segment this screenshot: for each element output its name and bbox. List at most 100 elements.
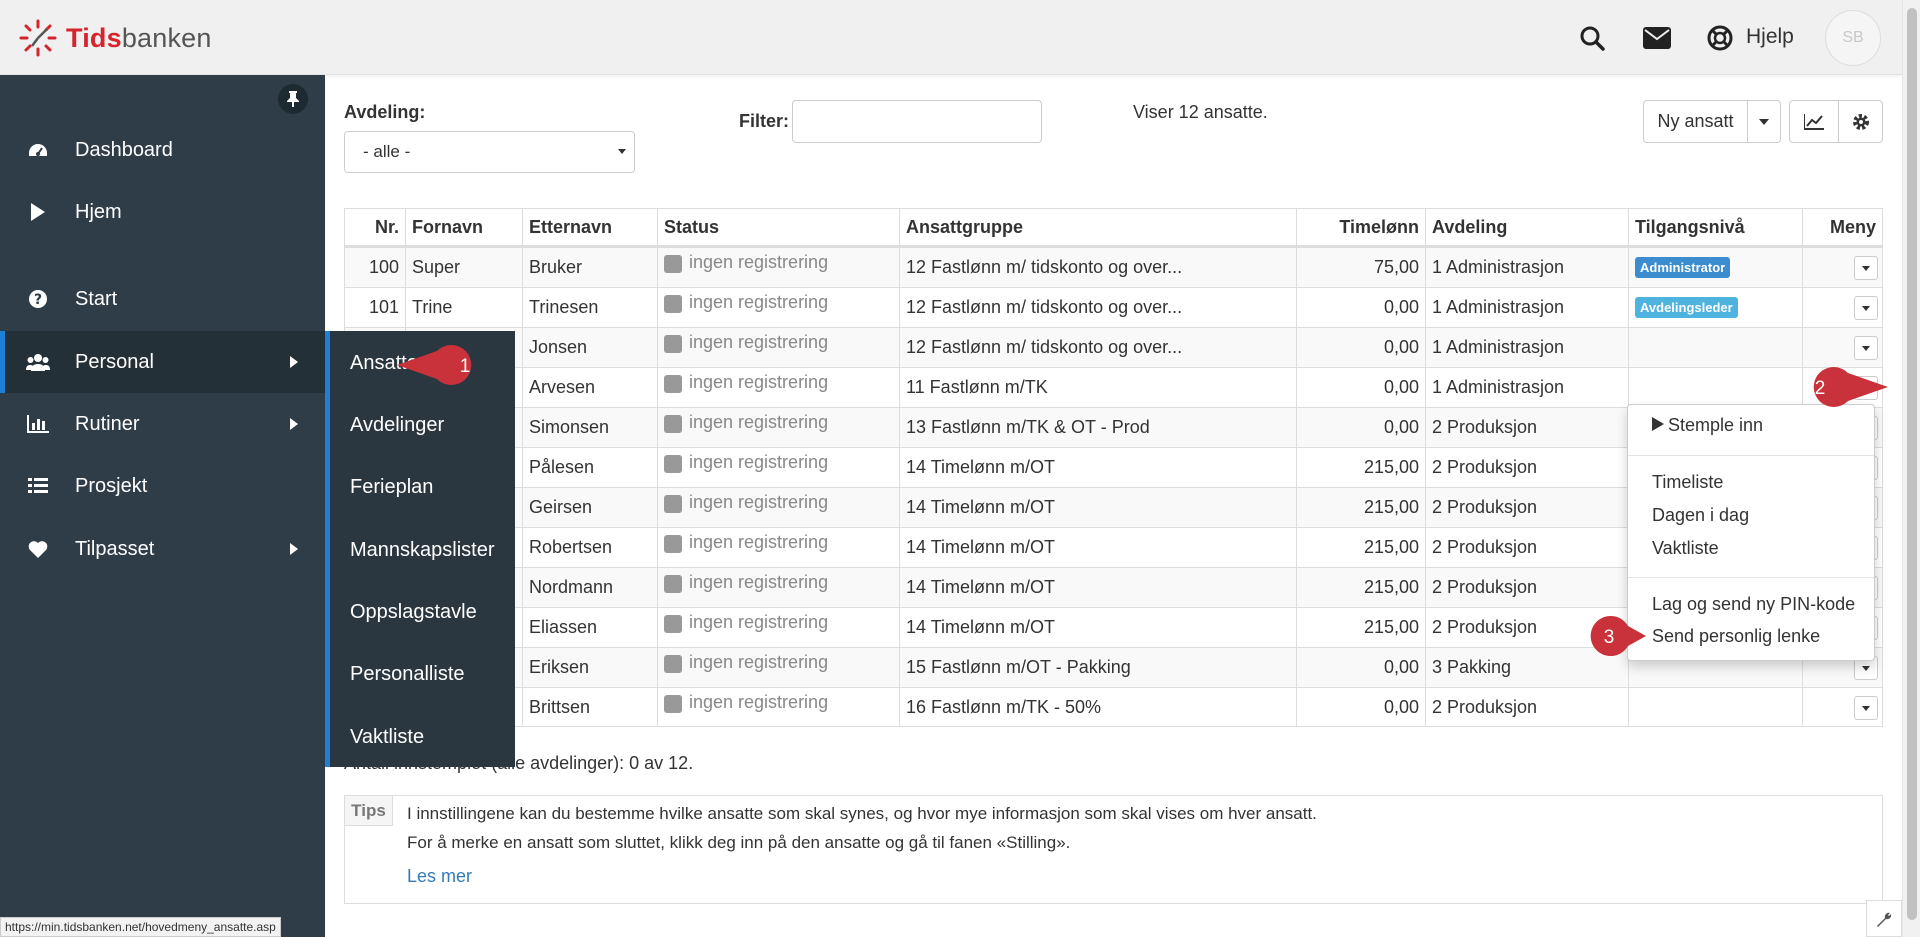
new-employee-dropdown-toggle[interactable] — [1747, 100, 1781, 143]
sidebar-item-tilpasset[interactable]: Tilpasset — [0, 518, 325, 580]
cell-status: ingen registrering — [657, 608, 899, 647]
cell-status: ingen registrering — [657, 328, 899, 367]
submenu-item-oppslagstavle[interactable]: Oppslagstavle — [350, 601, 477, 624]
tips-panel: Tips I innstillingene kan du bestemme hv… — [344, 795, 1883, 904]
cell-avdeling: 1 Administrasjon — [1425, 288, 1628, 327]
row-menu-button[interactable] — [1854, 696, 1878, 720]
column-header-etternavn[interactable]: Etternavn — [522, 209, 657, 245]
cell-timelonn: 215,00 — [1296, 488, 1425, 527]
submenu-item-avdelinger[interactable]: Avdelinger — [350, 414, 444, 437]
cell-status: ingen registrering — [657, 688, 899, 727]
scrollbar-thumb[interactable] — [1907, 8, 1917, 920]
cell-etternavn: Robertsen — [522, 528, 657, 567]
tidsbanken-logo[interactable]: Tidsbanken — [18, 18, 212, 58]
row-action-menu: Stemple inn Timeliste Dagen i dag Vaktli… — [1627, 404, 1875, 661]
menu-item-timeliste[interactable]: Timeliste — [1652, 472, 1723, 493]
sidebar-item-personal[interactable]: Personal — [0, 331, 325, 393]
pin-icon[interactable] — [278, 84, 308, 114]
column-header-fornavn[interactable]: Fornavn — [405, 209, 522, 245]
callout-number: 3 — [1604, 627, 1615, 648]
help-link[interactable]: Hjelp — [1746, 25, 1794, 49]
cell-etternavn: Bruker — [522, 248, 657, 287]
wrench-icon[interactable] — [1866, 900, 1902, 937]
page-scrollbar[interactable] — [1902, 0, 1920, 937]
menu-item-stemple-inn[interactable]: Stemple inn — [1652, 415, 1763, 436]
sidebar-item-dashboard[interactable]: Dashboard — [0, 119, 325, 181]
les-mer-link[interactable]: Les mer — [407, 866, 472, 887]
new-employee-button[interactable]: Ny ansatt — [1643, 100, 1748, 143]
cell-status: ingen registrering — [657, 648, 899, 687]
cell-avdeling: 2 Produksjon — [1425, 408, 1628, 447]
sidebar-item-rutiner[interactable]: Rutiner — [0, 393, 325, 455]
menu-item-lag-pin[interactable]: Lag og send ny PIN-kode — [1652, 594, 1855, 615]
cell-etternavn: Brittsen — [522, 688, 657, 727]
status-square-icon — [664, 694, 682, 713]
menu-divider — [1628, 577, 1874, 578]
filter-label: Filter: — [739, 111, 790, 131]
status-square-icon — [664, 294, 682, 313]
menu-item-label: Stemple inn — [1668, 415, 1764, 435]
cell-avdeling: 2 Produksjon — [1425, 528, 1628, 567]
chevron-down-icon — [1862, 665, 1870, 671]
submenu-item-personalliste[interactable]: Personalliste — [350, 663, 465, 686]
sidebar-item-start[interactable]: ? Start — [0, 268, 325, 330]
column-header-nr[interactable]: Nr. — [345, 209, 405, 245]
menu-item-vaktliste[interactable]: Vaktliste — [1652, 538, 1719, 559]
cell-meny — [1802, 248, 1882, 287]
chart-button[interactable] — [1789, 100, 1839, 143]
cell-ansattgruppe: 16 Fastlønn m/TK - 50% — [899, 688, 1296, 727]
cell-status: ingen registrering — [657, 368, 899, 407]
filter-input[interactable] — [792, 100, 1042, 143]
search-icon[interactable] — [1576, 22, 1608, 54]
cell-avdeling: 2 Produksjon — [1425, 568, 1628, 607]
avdeling-select[interactable]: - alle - — [344, 131, 635, 173]
row-menu-button[interactable] — [1854, 256, 1878, 280]
status-text: ingen registrering — [689, 372, 829, 392]
status-text: ingen registrering — [689, 572, 829, 592]
status-text: ingen registrering — [689, 692, 829, 712]
cell-ansattgruppe: 12 Fastlønn m/ tidskonto og over... — [899, 248, 1296, 287]
cell-status: ingen registrering — [657, 408, 899, 447]
top-bar: Tidsbanken Hjelp SB — [0, 0, 1902, 75]
sidebar-item-prosjekt[interactable]: Prosjekt — [0, 455, 325, 517]
menu-item-send-lenke[interactable]: Send personlig lenke — [1652, 626, 1820, 647]
submenu-item-ferieplan[interactable]: Ferieplan — [350, 476, 433, 499]
column-header-status[interactable]: Status — [657, 209, 899, 245]
column-header-timelonn[interactable]: Timelønn — [1296, 209, 1425, 245]
settings-button[interactable] — [1838, 100, 1883, 143]
mail-icon[interactable] — [1641, 22, 1673, 54]
cell-timelonn: 0,00 — [1296, 368, 1425, 407]
chevron-down-icon — [1862, 305, 1870, 311]
callout-number: 2 — [1815, 378, 1826, 399]
lifebuoy-icon[interactable] — [1704, 22, 1736, 54]
status-square-icon — [664, 254, 682, 273]
sidebar-item-label: Prosjekt — [75, 474, 148, 497]
status-square-icon — [664, 574, 682, 593]
column-header-meny: Meny — [1802, 209, 1882, 245]
row-menu-button[interactable] — [1854, 336, 1878, 360]
status-text: ingen registrering — [689, 612, 829, 632]
employee-count-text: Viser 12 ansatte. — [1133, 102, 1268, 122]
cell-fornavn: Trine — [405, 288, 522, 327]
submenu-item-mannskapslister[interactable]: Mannskapslister — [350, 539, 495, 562]
row-menu-button[interactable] — [1854, 296, 1878, 320]
cell-timelonn: 0,00 — [1296, 328, 1425, 367]
chevron-down-icon — [1862, 265, 1870, 271]
submenu-item-vaktliste[interactable]: Vaktliste — [350, 726, 424, 749]
cell-etternavn: Nordmann — [522, 568, 657, 607]
sidebar-item-hjem[interactable]: Hjem — [0, 181, 325, 243]
cell-etternavn: Jonsen — [522, 328, 657, 367]
cell-ansattgruppe: 13 Fastlønn m/TK & OT - Prod — [899, 408, 1296, 447]
logo-text-tids: Tids — [66, 22, 122, 53]
avatar[interactable]: SB — [1825, 10, 1881, 66]
cell-etternavn: Eliassen — [522, 608, 657, 647]
cell-ansattgruppe: 14 Timelønn m/OT — [899, 488, 1296, 527]
heart-icon — [26, 537, 50, 561]
menu-item-dagen-i-dag[interactable]: Dagen i dag — [1652, 505, 1749, 526]
status-text: ingen registrering — [689, 412, 829, 432]
cell-tilgangsniva — [1628, 368, 1802, 407]
column-header-tilgangsniva[interactable]: Tilgangsnivå — [1628, 209, 1802, 245]
table-row: 101 Trine Trinesen ingen registrering 12 Fas… — [345, 287, 1882, 327]
column-header-ansattgruppe[interactable]: Ansattgruppe — [899, 209, 1296, 245]
column-header-avdeling[interactable]: Avdeling — [1425, 209, 1628, 245]
